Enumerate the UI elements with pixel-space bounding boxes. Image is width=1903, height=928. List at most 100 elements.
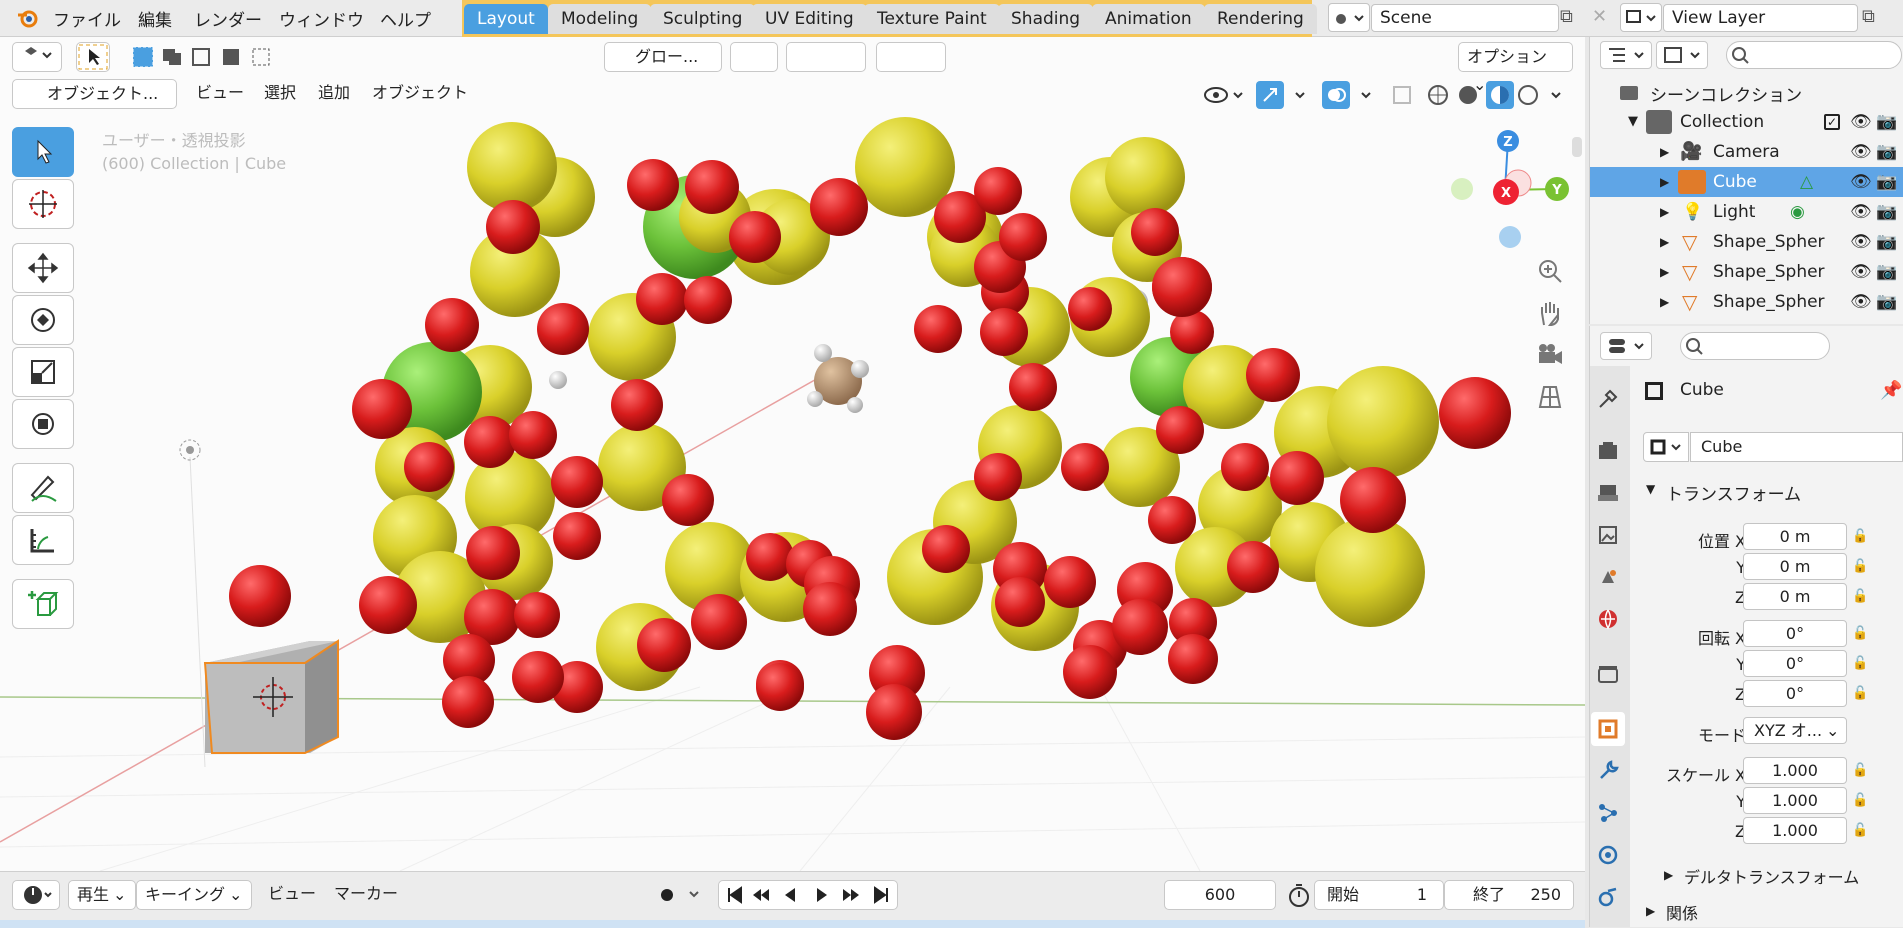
particle-properties-icon[interactable] xyxy=(1591,796,1625,830)
tab-texture-paint[interactable]: Texture Paint xyxy=(864,4,1000,34)
outliner-row-light[interactable]: ▶ 💡 Light ◉ 👁 📷 xyxy=(1590,197,1903,227)
rotation-x-field[interactable]: 0° xyxy=(1743,620,1847,647)
render-camera-icon[interactable]: 📷 xyxy=(1876,197,1897,227)
transform-panel-title[interactable]: トランスフォーム xyxy=(1666,480,1801,505)
close-scene-icon[interactable]: ✕ xyxy=(1592,6,1607,27)
lock-icon[interactable]: 🔓 xyxy=(1852,656,1868,671)
menu-window[interactable]: ウィンドウ xyxy=(279,6,364,31)
visibility-eye-icon[interactable]: 👁 xyxy=(1850,287,1872,317)
visibility-eye-icon[interactable]: 👁 xyxy=(1850,197,1872,227)
lock-icon[interactable]: 🔓 xyxy=(1852,626,1868,641)
scene-canvas[interactable]: Z X Y xyxy=(0,37,1585,871)
lock-icon[interactable]: 🔓 xyxy=(1852,559,1868,574)
scale-y-field[interactable]: 1.000 xyxy=(1743,787,1847,814)
object-name-field[interactable]: Cube xyxy=(1690,432,1903,462)
rotation-y-field[interactable]: 0° xyxy=(1743,650,1847,677)
tab-modeling[interactable]: Modeling xyxy=(548,4,652,34)
pan-hand-icon[interactable] xyxy=(1534,297,1566,329)
perspective-grid-icon[interactable] xyxy=(1534,381,1566,413)
location-y-field[interactable]: 0 m xyxy=(1743,553,1847,580)
scale-x-field[interactable]: 1.000 xyxy=(1743,757,1847,784)
transform-collapse-icon[interactable]: ▼ xyxy=(1646,482,1655,496)
outliner-row-shape-sphere[interactable]: ▶ ▽ Shape_Spher 👁 📷 xyxy=(1590,227,1903,257)
collapse-icon[interactable]: ▼ xyxy=(1628,107,1638,137)
scene-name-field[interactable]: Scene xyxy=(1371,4,1559,32)
scene-selector-icon[interactable] xyxy=(1328,3,1370,32)
menu-render[interactable]: レンダー xyxy=(194,6,262,31)
scale-z-field[interactable]: 1.000 xyxy=(1743,817,1847,844)
outliner-row-cube[interactable]: ▶ Cube △ 👁 📷 xyxy=(1590,167,1903,197)
output-properties-icon[interactable] xyxy=(1591,476,1625,510)
rotation-z-field[interactable]: 0° xyxy=(1743,680,1847,707)
visibility-eye-icon[interactable]: 👁 xyxy=(1850,227,1872,257)
outliner-row-shape-sphere[interactable]: ▶ ▽ Shape_Spher 👁 📷 xyxy=(1590,257,1903,287)
stopwatch-icon[interactable] xyxy=(1284,880,1314,910)
modifier-properties-icon[interactable] xyxy=(1591,754,1625,788)
relations-expand-icon[interactable]: ▶ xyxy=(1646,904,1655,918)
properties-editor-icon[interactable] xyxy=(1600,332,1652,360)
zoom-icon[interactable] xyxy=(1534,255,1566,287)
scene-properties-icon[interactable] xyxy=(1591,560,1625,594)
lock-icon[interactable]: 🔓 xyxy=(1852,793,1868,808)
exclude-checkbox[interactable]: ✓ xyxy=(1824,114,1840,130)
expand-icon[interactable]: ▶ xyxy=(1660,257,1669,287)
tab-sculpting[interactable]: Sculpting xyxy=(650,4,756,34)
view-layer-properties-icon[interactable] xyxy=(1591,518,1625,552)
expand-icon[interactable]: ▶ xyxy=(1660,227,1669,257)
visibility-eye-icon[interactable]: 👁 xyxy=(1850,167,1872,197)
visibility-eye-icon[interactable]: 👁 xyxy=(1850,257,1872,287)
render-properties-icon[interactable] xyxy=(1591,434,1625,468)
keying-dropdown[interactable]: キーイング ⌄ xyxy=(136,880,252,910)
collection-properties-icon[interactable] xyxy=(1591,658,1625,692)
delta-expand-icon[interactable]: ▶ xyxy=(1664,868,1673,882)
timeline-view-menu[interactable]: ビュー xyxy=(268,880,316,910)
object-properties-icon[interactable] xyxy=(1591,712,1625,746)
tool-settings-icon[interactable] xyxy=(1591,382,1625,416)
current-frame-field[interactable]: 600 xyxy=(1164,880,1276,910)
constraints-properties-icon[interactable] xyxy=(1591,880,1625,914)
start-frame-field[interactable]: 開始 1 xyxy=(1314,880,1444,910)
render-camera-icon[interactable]: 📷 xyxy=(1876,107,1897,137)
location-z-field[interactable]: 0 m xyxy=(1743,583,1847,610)
location-x-field[interactable]: 0 m xyxy=(1743,523,1847,550)
visibility-eye-icon[interactable]: 👁 xyxy=(1850,137,1872,167)
outliner-editor-icon[interactable] xyxy=(1600,41,1652,69)
tab-uv-editing[interactable]: UV Editing xyxy=(752,4,867,34)
lock-icon[interactable]: 🔓 xyxy=(1852,589,1868,604)
blender-logo-icon[interactable] xyxy=(16,6,40,30)
tab-rendering[interactable]: Rendering xyxy=(1204,4,1317,34)
render-camera-icon[interactable]: 📷 xyxy=(1876,227,1897,257)
playback-dropdown[interactable]: 再生 ⌄ xyxy=(68,880,136,910)
properties-search-input[interactable] xyxy=(1680,332,1830,360)
render-camera-icon[interactable]: 📷 xyxy=(1876,167,1897,197)
expand-icon[interactable]: ▶ xyxy=(1660,167,1669,197)
lock-icon[interactable]: 🔓 xyxy=(1852,823,1868,838)
tab-layout[interactable]: Layout xyxy=(464,4,548,34)
new-view-layer-icon[interactable]: ⧉ xyxy=(1862,6,1875,27)
visibility-eye-icon[interactable]: 👁 xyxy=(1850,107,1872,137)
tab-animation[interactable]: Animation xyxy=(1092,4,1205,34)
menu-file[interactable]: ファイル xyxy=(53,6,121,31)
3d-viewport[interactable]: グロー... オプション⌄ オブジェクト... ビュー 選択 追加 オブジェクト… xyxy=(0,37,1585,871)
new-scene-icon[interactable]: ⧉ xyxy=(1560,6,1573,27)
render-camera-icon[interactable]: 📷 xyxy=(1876,257,1897,287)
camera-view-icon[interactable] xyxy=(1534,339,1566,371)
outliner-row-camera[interactable]: ▶ 🎥 Camera 👁 📷 xyxy=(1590,137,1903,167)
scene-collection-label[interactable]: シーンコレクション xyxy=(1650,81,1802,106)
render-camera-icon[interactable]: 📷 xyxy=(1876,137,1897,167)
pin-icon[interactable]: 📌 xyxy=(1880,380,1902,401)
world-properties-icon[interactable] xyxy=(1591,602,1625,636)
menu-edit[interactable]: 編集 xyxy=(138,6,172,31)
viewport-scrollbar[interactable] xyxy=(1572,137,1582,157)
record-icon[interactable] xyxy=(652,880,712,910)
view-layer-field[interactable]: View Layer xyxy=(1663,4,1858,32)
menu-help[interactable]: ヘルプ xyxy=(380,6,431,31)
expand-icon[interactable]: ▶ xyxy=(1660,287,1669,317)
end-frame-field[interactable]: 終了 250 xyxy=(1444,880,1574,910)
rotation-mode-dropdown[interactable]: XYZ オ... ⌄ xyxy=(1743,717,1847,744)
expand-icon[interactable]: ▶ xyxy=(1660,137,1669,167)
light-data-icon[interactable]: ◉ xyxy=(1790,197,1805,227)
mesh-data-icon[interactable]: △ xyxy=(1800,167,1813,197)
playback-controls[interactable] xyxy=(718,880,898,910)
lock-icon[interactable]: 🔓 xyxy=(1852,763,1868,778)
